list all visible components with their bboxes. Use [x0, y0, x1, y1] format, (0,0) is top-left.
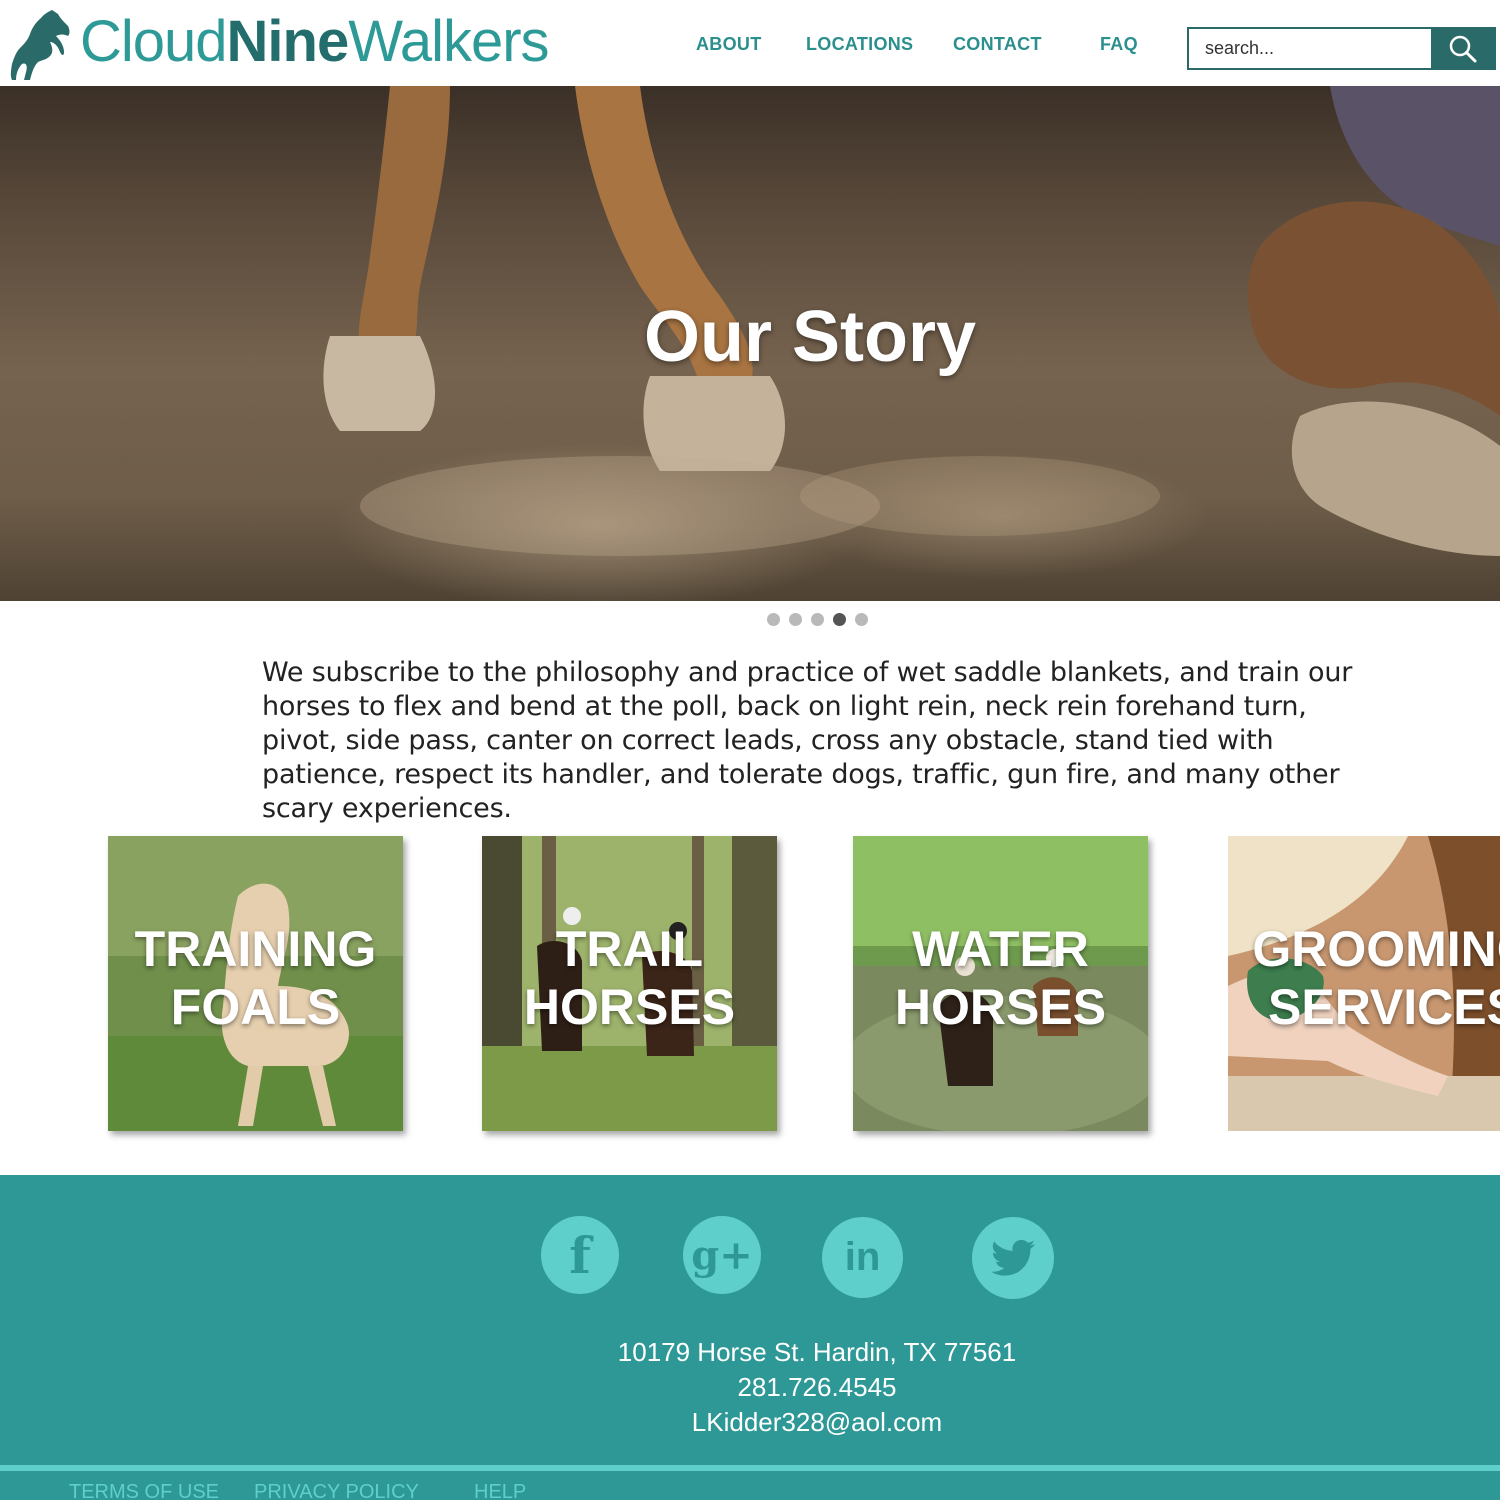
- facebook-icon[interactable]: f: [541, 1216, 619, 1294]
- facebook-glyph: f: [569, 1225, 591, 1285]
- carousel-dot-3[interactable]: [811, 613, 824, 626]
- card-training-foals[interactable]: TRAINING FOALS: [108, 836, 403, 1131]
- footer-link-privacy[interactable]: PRIVACY POLICY: [254, 1481, 419, 1500]
- footer-link-help[interactable]: HELP: [474, 1481, 526, 1500]
- card-grooming-services[interactable]: GROOMING SERVICES: [1228, 836, 1500, 1131]
- site-footer: f g+ in 10179 Horse St. Hardin, TX 77561…: [0, 1175, 1500, 1500]
- carousel-dot-4[interactable]: [833, 613, 846, 626]
- card-label: TRAIL HORSES: [523, 921, 736, 1035]
- google-plus-glyph: g+: [691, 1231, 753, 1279]
- site-header: CloudNineWalkers ABOUT LOCATIONS CONTACT…: [0, 0, 1500, 86]
- search-icon: [1449, 35, 1476, 62]
- rearing-horse-icon[interactable]: [8, 6, 74, 82]
- search-input[interactable]: [1189, 29, 1433, 68]
- carousel-dot-5[interactable]: [855, 613, 868, 626]
- card-label: GROOMING SERVICES: [1252, 921, 1500, 1035]
- nav-faq[interactable]: FAQ: [1100, 34, 1138, 55]
- nav-about[interactable]: ABOUT: [696, 34, 762, 55]
- brand-part-nine: Nine: [226, 9, 350, 74]
- twitter-icon[interactable]: [972, 1217, 1054, 1299]
- brand-part-walkers: Walkers: [348, 9, 549, 74]
- contact-address: 10179 Horse St. Hardin, TX 77561: [617, 1337, 1017, 1367]
- carousel-dots: [767, 613, 868, 626]
- contact-phone[interactable]: 281.726.4545: [0, 1372, 1500, 1403]
- search-box: [1187, 27, 1496, 70]
- card-trail-horses[interactable]: TRAIL HORSES: [482, 836, 777, 1131]
- carousel-dot-2[interactable]: [789, 613, 802, 626]
- carousel-dot-1[interactable]: [767, 613, 780, 626]
- nav-contact[interactable]: CONTACT: [953, 34, 1042, 55]
- card-label: WATER HORSES: [894, 921, 1107, 1035]
- twitter-bird-glyph: [991, 1239, 1035, 1276]
- contact-email[interactable]: LKidder328@aol.com: [0, 1407, 1500, 1438]
- hero-title: Our Story: [643, 297, 977, 377]
- intro-paragraph: We subscribe to the philosophy and pract…: [262, 657, 1353, 824]
- linkedin-glyph: in: [844, 1235, 881, 1279]
- search-button[interactable]: [1431, 29, 1494, 68]
- card-water-horses[interactable]: WATER HORSES: [853, 836, 1148, 1131]
- google-plus-icon[interactable]: g+: [683, 1216, 761, 1294]
- footer-link-terms[interactable]: TERMS OF USE: [69, 1481, 219, 1500]
- linkedin-icon[interactable]: in: [822, 1217, 903, 1298]
- hero-banner: Our Story: [0, 86, 1500, 601]
- footer-divider: [0, 1465, 1500, 1471]
- brand-wordmark[interactable]: CloudNineWalkers: [80, 6, 550, 78]
- nav-locations[interactable]: LOCATIONS: [806, 34, 913, 55]
- brand-part-cloud: Cloud: [80, 9, 228, 74]
- card-label: TRAINING FOALS: [134, 921, 377, 1035]
